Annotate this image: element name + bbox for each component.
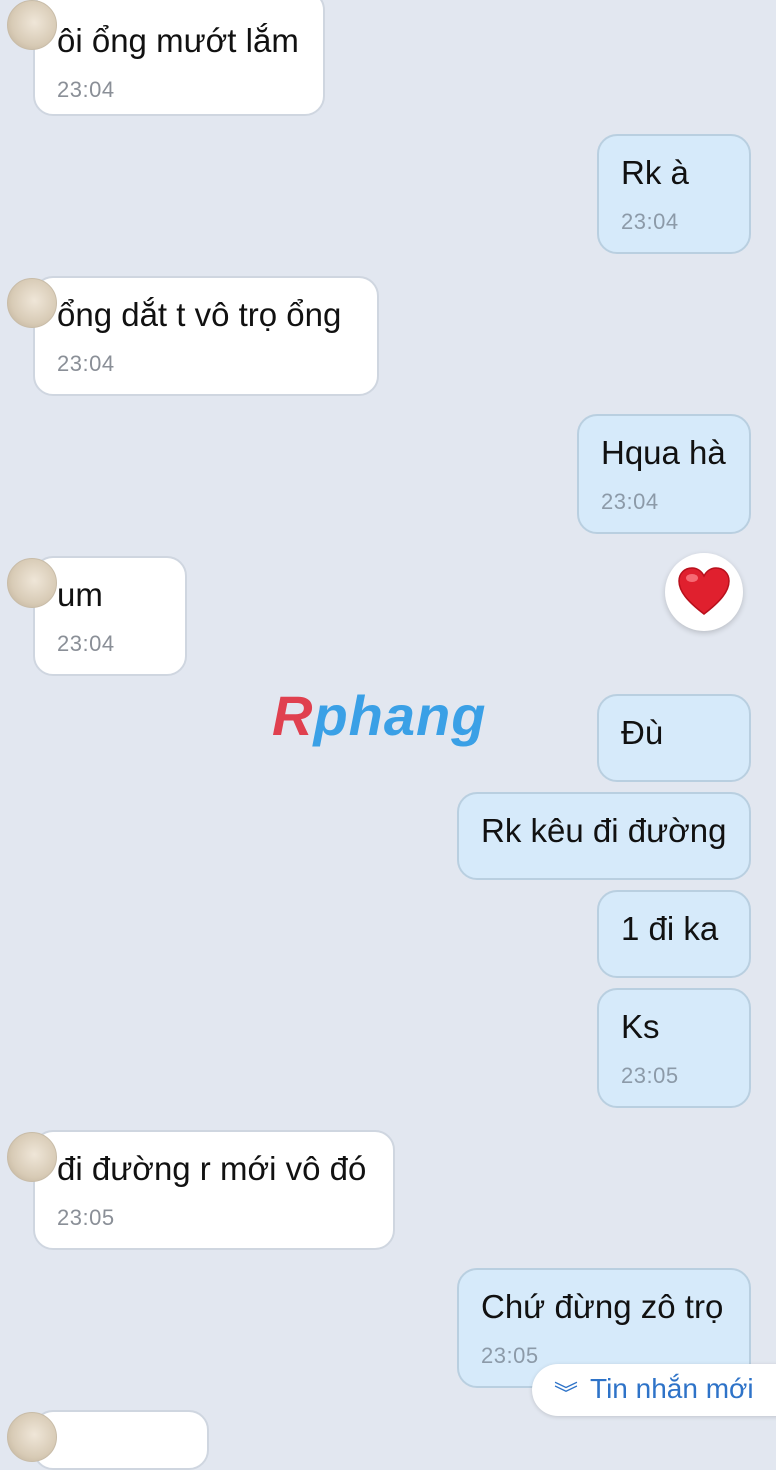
message-bubble-incoming[interactable]: um 23:04: [7, 556, 187, 676]
new-messages-button[interactable]: ︾ Tin nhắn mới: [532, 1364, 776, 1416]
watermark-part1: R: [272, 684, 314, 747]
new-messages-label: Tin nhắn mới: [590, 1373, 754, 1404]
watermark-logo: Rphang: [272, 683, 486, 748]
watermark-part2: phang: [313, 684, 487, 747]
message-time: 23:04: [57, 351, 115, 376]
message-text: ổng dắt t vô trọ ổng: [57, 296, 342, 333]
message-text: Rk kêu đi đường: [481, 812, 727, 849]
message-text: Rk à: [621, 154, 689, 191]
message-time: 23:05: [481, 1343, 539, 1368]
message-text: ôi ổng mướt lắm: [57, 22, 299, 59]
message-text: um: [57, 576, 103, 613]
message-bubble-incoming[interactable]: đi đường r mới vô đó 23:05: [7, 1130, 395, 1250]
message-bubble-outgoing[interactable]: Ks 23:05: [597, 988, 751, 1108]
message-bubble-incoming[interactable]: ổng dắt t vô trọ ổng 23:04: [7, 276, 379, 396]
message-text: Đù: [621, 714, 664, 751]
avatar[interactable]: [7, 558, 57, 608]
reaction-button[interactable]: [665, 553, 743, 631]
message-time: 23:04: [601, 489, 659, 514]
message-text: Ks: [621, 1008, 660, 1045]
avatar[interactable]: [7, 278, 57, 328]
message-text: Chứ đừng zô trọ: [481, 1288, 724, 1325]
message-bubble-outgoing[interactable]: Hqua hà 23:04: [577, 414, 751, 534]
message-time: 23:05: [621, 1063, 679, 1088]
message-bubble-outgoing[interactable]: Đù: [597, 694, 751, 782]
message-text: 1 đi ka: [621, 910, 719, 947]
heart-icon: [678, 567, 730, 615]
message-bubble-incoming[interactable]: ôi ổng mướt lắm 23:04: [7, 0, 325, 116]
message-bubble-outgoing[interactable]: 1 đi ka: [597, 890, 751, 978]
message-time: 23:04: [621, 209, 679, 234]
avatar[interactable]: [7, 1412, 57, 1462]
avatar[interactable]: [7, 1132, 57, 1182]
message-text: đi đường r mới vô đó: [57, 1150, 367, 1187]
avatar[interactable]: [7, 0, 57, 50]
message-bubble-outgoing[interactable]: Rk kêu đi đường: [457, 792, 751, 880]
message-time: 23:04: [57, 77, 115, 102]
message-bubble-outgoing[interactable]: Rk à 23:04: [597, 134, 751, 254]
message-time: 23:05: [57, 1205, 115, 1230]
message-time: 23:04: [57, 631, 115, 656]
message-text: Hqua hà: [601, 434, 726, 471]
message-bubble-incoming[interactable]: [7, 1410, 209, 1470]
double-chevron-down-icon: ︾: [554, 1381, 578, 1408]
